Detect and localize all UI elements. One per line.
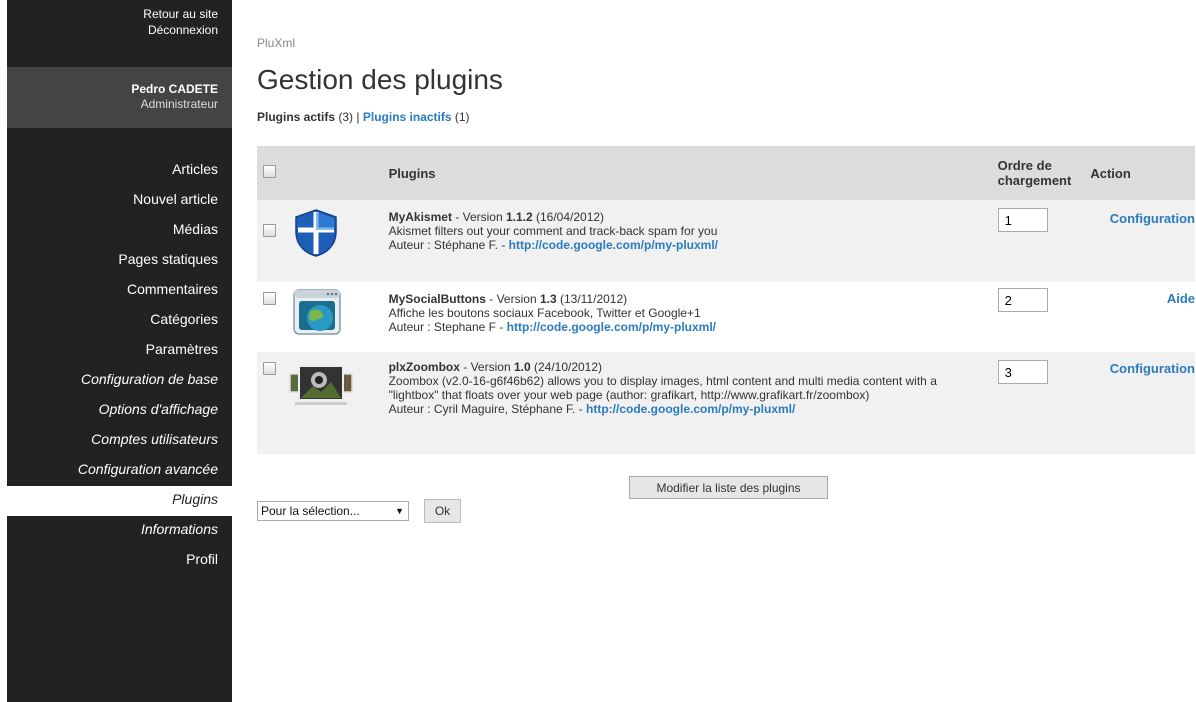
menu-item-new-article[interactable]: Nouvel article [7, 186, 232, 216]
order-column-header: Ordre de chargement [997, 146, 1091, 200]
menu-item-profile[interactable]: Profil [7, 546, 232, 576]
plugin-author: Auteur : Stephane F - [388, 320, 507, 334]
load-order-input[interactable] [997, 208, 1048, 232]
menu-item-informations[interactable]: Informations [7, 516, 232, 546]
plugin-version: 1.1.2 [505, 210, 533, 224]
configuration-link[interactable]: Configuration [1110, 362, 1195, 376]
breadcrumb: PluXml [257, 36, 296, 50]
globe-window-icon [293, 289, 341, 335]
plugin-date: (16/04/2012) [532, 210, 605, 224]
menu-item-display-options[interactable]: Options d'affichage [7, 396, 232, 426]
plugin-date: (24/10/2012) [530, 360, 603, 374]
sidebar: Retour au site Déconnexion Pedro CADETE … [7, 0, 232, 702]
page-title: Gestion des plugins [257, 64, 503, 95]
load-order-input[interactable] [997, 288, 1048, 312]
back-to-site-link[interactable]: Retour au site [7, 6, 218, 22]
plugin-description: Akismet filters out your comment and tra… [388, 224, 718, 238]
menu-item-medias[interactable]: Médias [7, 216, 232, 246]
menu-item-static-pages[interactable]: Pages statiques [7, 246, 232, 276]
chevron-down-icon: ▼ [395, 506, 404, 516]
plugin-checkbox[interactable] [263, 362, 276, 375]
plugin-name: MySocialButtons [388, 292, 486, 306]
plugin-description: Zoombox (v2.0-16-g6f46b62) allows you to… [388, 374, 937, 402]
plugin-info: plxZoombox - Version 1.0 (24/10/2012) Zo… [388, 352, 998, 454]
plugins-column-header: Plugins [388, 146, 998, 200]
user-role: Administrateur [140, 97, 218, 111]
menu-item-plugins[interactable]: Plugins [7, 486, 232, 516]
plugin-url-link[interactable]: http://code.google.com/p/my-pluxml/ [586, 402, 795, 416]
plugin-author: Auteur : Cyril Maguire, Stéphane F. - [388, 402, 586, 416]
table-row: plxZoombox - Version 1.0 (24/10/2012) Zo… [257, 352, 1195, 454]
plugin-checkbox[interactable] [263, 292, 276, 305]
plugins-table: Plugins Ordre de chargement Action MyAki… [257, 146, 1195, 454]
shield-icon [295, 209, 337, 257]
menu-item-categories[interactable]: Catégories [7, 306, 232, 336]
configuration-link[interactable]: Configuration [1110, 212, 1195, 226]
order-header-line1: Ordre de [997, 158, 1052, 173]
plugin-checkbox[interactable] [263, 224, 276, 237]
active-plugins-count: (3) [338, 110, 354, 124]
user-name: Pedro CADETE [131, 82, 218, 96]
menu-item-settings[interactable]: Paramètres [7, 336, 232, 366]
plugin-filters: Plugins actifs (3) | Plugins inactifs (1… [257, 110, 470, 124]
load-order-input[interactable] [997, 360, 1048, 384]
main-menu: Articles Nouvel article Médias Pages sta… [7, 156, 232, 576]
table-row: MyAkismet - Version 1.1.2 (16/04/2012) A… [257, 200, 1195, 282]
bulk-action-selected-value: Pour la sélection... [261, 504, 360, 518]
plugin-name: MyAkismet [388, 210, 452, 224]
plugin-url-link[interactable]: http://code.google.com/p/my-pluxml/ [507, 320, 716, 334]
table-header-row: Plugins Ordre de chargement Action [257, 146, 1195, 200]
inactive-plugins-count: (1) [454, 110, 470, 124]
order-header-line2: chargement [997, 173, 1072, 188]
plugin-description: Affiche les boutons sociaux Facebook, Tw… [388, 306, 701, 320]
top-links: Retour au site Déconnexion [7, 0, 232, 67]
select-all-cell [257, 146, 289, 200]
plugin-author: Auteur : Stéphane F. - [388, 238, 509, 252]
filter-separator: | [356, 110, 360, 124]
active-plugins-label[interactable]: Plugins actifs [257, 110, 335, 124]
user-profile: Pedro CADETE Administrateur [7, 67, 232, 128]
help-link[interactable]: Aide [1167, 292, 1195, 306]
bulk-action-select[interactable]: Pour la sélection... ▼ [257, 501, 409, 521]
menu-item-advanced-config[interactable]: Configuration avancée [7, 456, 232, 486]
plugin-url-link[interactable]: http://code.google.com/p/my-pluxml/ [509, 238, 718, 252]
ok-button[interactable]: Ok [424, 499, 461, 523]
menu-item-user-accounts[interactable]: Comptes utilisateurs [7, 426, 232, 456]
plugin-info: MySocialButtons - Version 1.3 (13/11/201… [388, 282, 998, 352]
select-all-checkbox[interactable] [263, 165, 276, 178]
plugin-version: 1.0 [513, 360, 531, 374]
plugin-date: (13/11/2012) [556, 292, 628, 306]
plugin-name: plxZoombox [388, 360, 460, 374]
photo-stack-icon [289, 365, 353, 405]
menu-item-basic-config[interactable]: Configuration de base [7, 366, 232, 396]
menu-item-comments[interactable]: Commentaires [7, 276, 232, 306]
plugin-info: MyAkismet - Version 1.1.2 (16/04/2012) A… [388, 200, 998, 282]
action-column-header: Action [1090, 146, 1195, 200]
logout-link[interactable]: Déconnexion [7, 22, 218, 38]
table-row: MySocialButtons - Version 1.3 (13/11/201… [257, 282, 1195, 352]
plugin-version: 1.3 [539, 292, 557, 306]
modify-plugins-button[interactable]: Modifier la liste des plugins [629, 476, 828, 499]
inactive-plugins-link[interactable]: Plugins inactifs [363, 110, 452, 124]
menu-item-articles[interactable]: Articles [7, 156, 232, 186]
